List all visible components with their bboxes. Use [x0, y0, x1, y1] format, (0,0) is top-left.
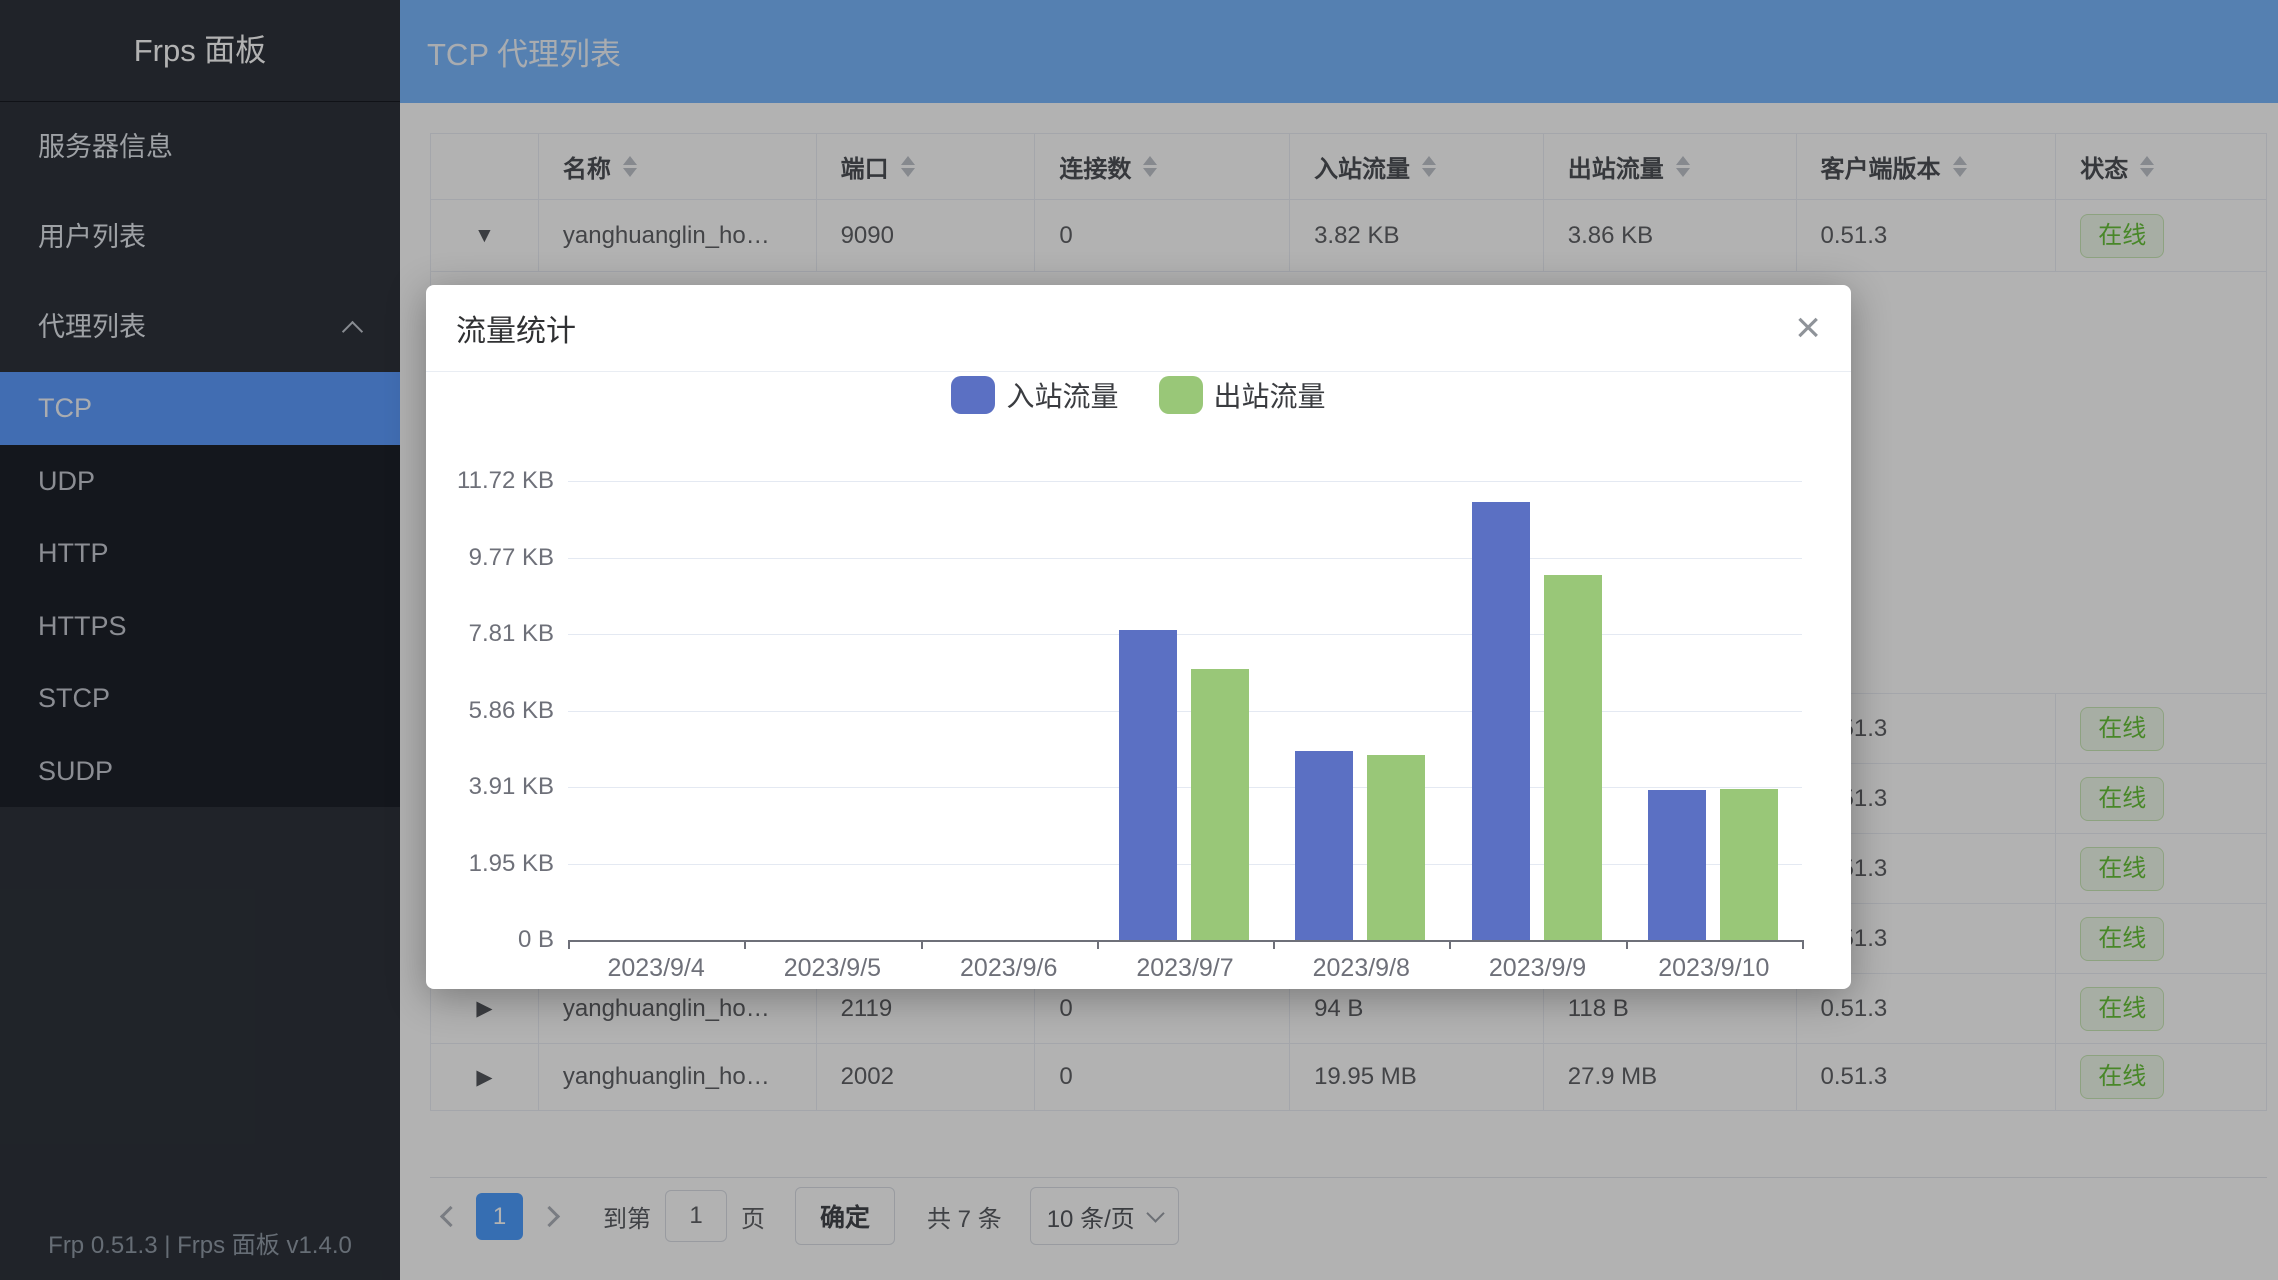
chart-bar: [1295, 751, 1353, 940]
chart-bar: [1720, 789, 1778, 940]
traffic-stats-dialog: 流量统计 × 入站流量出站流量 11.72 KB9.77 KB7.81 KB5.…: [426, 285, 1851, 989]
gridline: [568, 864, 1802, 865]
x-axis-tick: [921, 940, 923, 949]
y-axis-tick-label: 5.86 KB: [434, 697, 554, 725]
x-axis-category-label: 2023/9/9: [1450, 954, 1626, 983]
traffic-bar-chart: 11.72 KB 9.77 KB 7.81 KB 5.86 KB 3.91 KB 1.95…: [426, 285, 1851, 989]
y-axis-tick-label: 0 B: [434, 926, 554, 954]
chart-bar: [1367, 755, 1425, 940]
chart-bar: [1191, 669, 1249, 940]
y-axis-tick-label: 1.95 KB: [434, 850, 554, 878]
x-axis-tick: [1626, 940, 1628, 949]
x-axis-tick: [744, 940, 746, 949]
y-axis-tick-label: 7.81 KB: [434, 620, 554, 648]
gridline: [568, 634, 1802, 635]
x-axis-tick: [1097, 940, 1099, 949]
gridline: [568, 787, 1802, 788]
x-axis-category-label: 2023/9/8: [1273, 954, 1449, 983]
x-axis-category-label: 2023/9/5: [744, 954, 920, 983]
chart-bar: [1544, 575, 1602, 940]
x-axis-line: [568, 940, 1804, 942]
x-axis-tick: [1802, 940, 1804, 949]
x-axis-tick: [1449, 940, 1451, 949]
gridline: [568, 711, 1802, 712]
y-axis-tick-label: 3.91 KB: [434, 773, 554, 801]
frps-dashboard: Frps 面板 服务器信息用户列表代理列表TCPUDPHTTPHTTPSSTCP…: [0, 0, 2278, 1280]
x-axis-category-label: 2023/9/4: [568, 954, 744, 983]
x-axis-category-label: 2023/9/7: [1097, 954, 1273, 983]
gridline: [568, 558, 1802, 559]
x-axis-category-label: 2023/9/6: [921, 954, 1097, 983]
x-axis-category-label: 2023/9/10: [1626, 954, 1802, 983]
chart-bar: [1648, 790, 1706, 940]
chart-bar: [1472, 502, 1530, 940]
y-axis-tick-label: 11.72 KB: [434, 467, 554, 495]
x-axis-tick: [568, 940, 570, 949]
x-axis-tick: [1273, 940, 1275, 949]
y-axis-tick-label: 9.77 KB: [434, 544, 554, 572]
chart-bar: [1119, 630, 1177, 940]
gridline: [568, 481, 1802, 482]
